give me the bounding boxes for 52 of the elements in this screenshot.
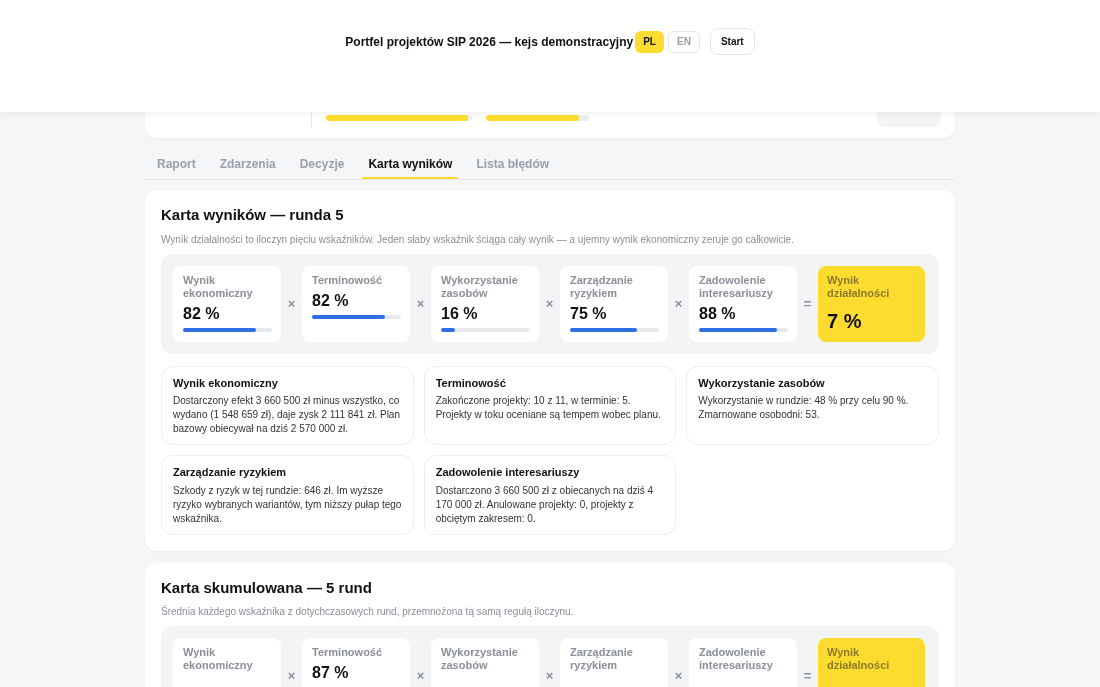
- detail-text: Zakończone projekty: 10 z 11, w terminie: 5. Projekty w toku oceniane są tempem wobec planu.: [435, 394, 662, 422]
- detail-text: Dostarczono 3 660 500 zł z obiecanych na dziś 4 170 000 zł. Anulowane projekty: 0, projekty z obciętym zakresem: 0.: [435, 483, 654, 526]
- detail-title: Wynik ekonomiczny: [173, 375, 279, 391]
- metric-value: 16 %: [441, 303, 479, 324]
- operator-sign: ×: [544, 669, 555, 683]
- metric-label: Wynik ekonomiczny: [183, 273, 254, 300]
- operator-sign: =: [802, 296, 813, 311]
- detail-text: Wykorzystanie w rundzie: 48 % przy celu 90 %. Zmarnowane osobodni: 53.: [698, 394, 910, 422]
- tab[interactable]: Raport: [151, 150, 202, 179]
- metric-label: Wykorzystanie zasobów: [441, 273, 519, 300]
- section-title: Karta skumulowana — 5 rund: [161, 577, 373, 598]
- metric-label: Zadowolenie interesariuszy: [699, 273, 774, 300]
- tab[interactable]: Decyzje: [293, 150, 351, 179]
- section-description: Wynik działalności to iloczyn pięciu wskaźników. Jeden słaby wskaźnik ściąga cały wynik — a ujemny wynik ekonomiczny zeruje go całkowicie.: [161, 232, 795, 247]
- operator-sign: ×: [415, 296, 426, 311]
- section-description: Średnia każdego wskaźnika z dotychczasowych rund, przemnożona tą samą regułą iloczynu.: [161, 604, 575, 619]
- metric-value: 88 %: [699, 303, 737, 324]
- metric-label: Zarządzanie ryzykiem: [570, 273, 634, 300]
- language-button[interactable]: PL: [635, 30, 664, 53]
- metric-label: Terminowość: [312, 273, 384, 287]
- detail-text: Szkody z ryzyk w tej rundzie: 646 zł. Im wyższe ryzyko wybranych wariantów, tym niższy pułap tego wskaźnika.: [173, 483, 402, 526]
- operator-sign: ×: [415, 669, 426, 683]
- metric-label: Zarządzanie ryzykiem: [570, 646, 634, 672]
- metric-label: Wykorzystanie zasobów: [441, 646, 519, 672]
- app-title: Portfel projektów SIP 2026 — kejs demonstracyjny: [345, 33, 634, 51]
- metric-value: 82 %: [312, 290, 350, 311]
- result-label: Wynik działalności: [827, 646, 891, 672]
- start-button[interactable]: Start: [709, 28, 755, 55]
- detail-title: Zadowolenie interesariuszy: [435, 465, 581, 480]
- tab[interactable]: Lista błędów: [470, 150, 556, 179]
- metric-label: Zadowolenie interesariuszy: [699, 646, 774, 672]
- detail-text: Dostarczony efekt 3 660 500 zł minus wszystko, co wydano (1 548 659 zł), daje zysk 2 111 841 zł. Plan bazowy obiecywał na dziś 2 570 000 zł.: [173, 394, 401, 436]
- section-title: Karta wyników — runda 5: [161, 205, 345, 225]
- metric-value: 82 %: [183, 303, 221, 324]
- operator-sign: ×: [286, 296, 297, 311]
- operator-sign: ×: [673, 669, 684, 683]
- tab[interactable]: Zdarzenia: [213, 150, 282, 179]
- language-button[interactable]: EN: [668, 30, 700, 53]
- operator-sign: ×: [544, 296, 555, 311]
- result-value: 7 %: [827, 308, 863, 334]
- detail-title: Terminowość: [435, 375, 507, 391]
- metric-label: Terminowość: [312, 646, 384, 659]
- metric-value: 87 %: [312, 663, 350, 683]
- metric-value: 75 %: [570, 303, 608, 324]
- metric-label: Wynik ekonomiczny: [183, 646, 254, 672]
- operator-sign: ×: [286, 669, 297, 683]
- detail-title: Wykorzystanie zasobów: [698, 375, 826, 391]
- result-label: Wynik działalności: [827, 273, 891, 300]
- tab[interactable]: Karta wyników: [362, 150, 459, 179]
- operator-sign: ×: [673, 296, 684, 311]
- operator-sign: =: [802, 669, 813, 683]
- detail-title: Zarządzanie ryzykiem: [173, 465, 288, 480]
